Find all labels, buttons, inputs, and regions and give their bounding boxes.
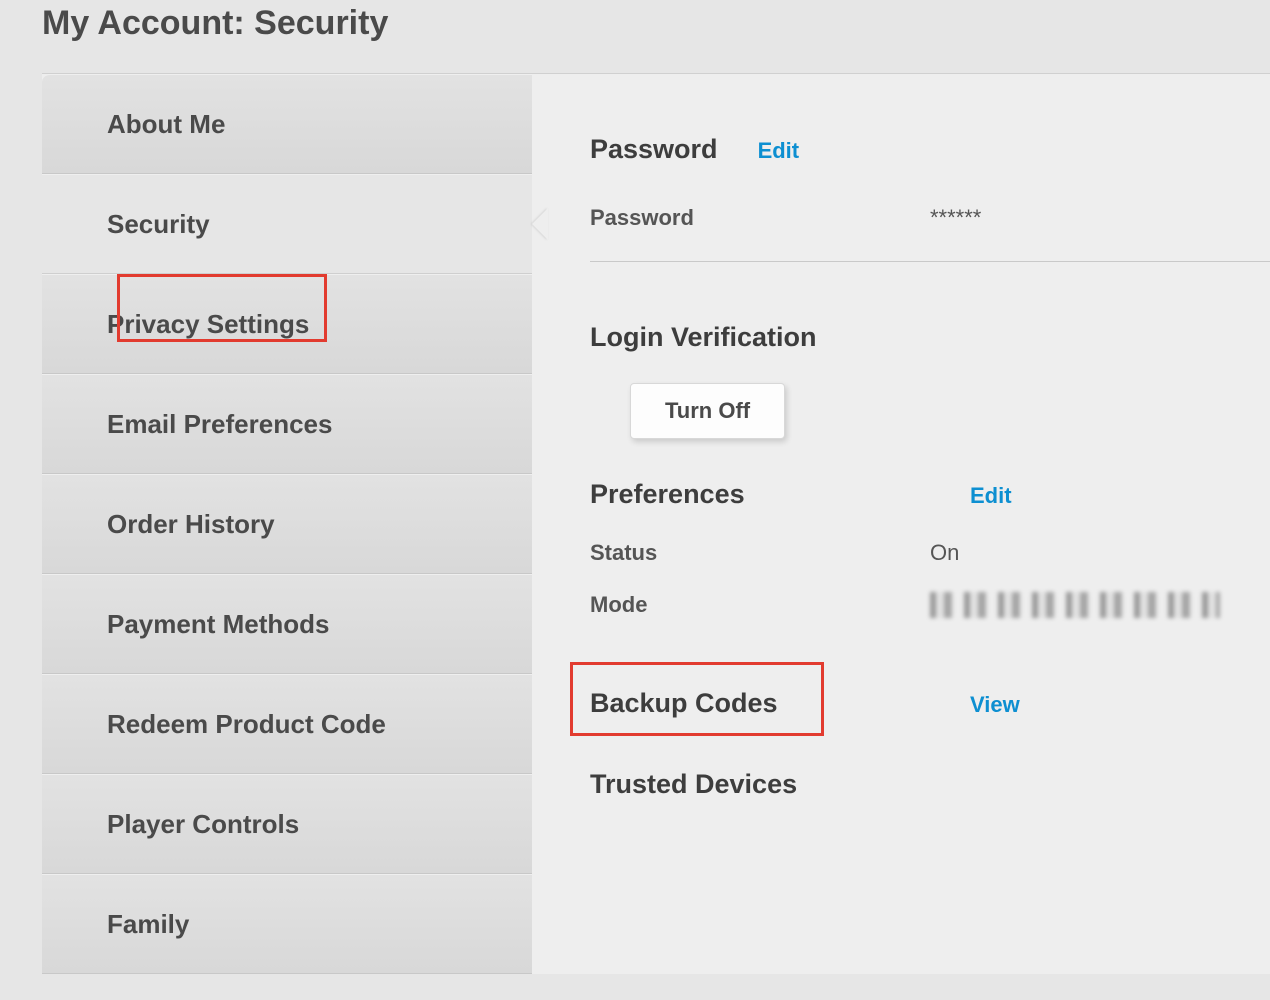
- sidebar-item-privacy-settings[interactable]: Privacy Settings: [42, 274, 532, 374]
- login-verification-title: Login Verification: [590, 322, 817, 353]
- backup-codes-title: Backup Codes: [590, 688, 970, 719]
- sidebar-item-about-me[interactable]: About Me: [42, 74, 532, 174]
- sidebar-item-label: Order History: [107, 509, 275, 540]
- sidebar-item-label: Redeem Product Code: [107, 709, 386, 740]
- sidebar-item-email-preferences[interactable]: Email Preferences: [42, 374, 532, 474]
- sidebar-item-label: Security: [107, 209, 210, 240]
- password-section: Password Edit Password ******: [590, 134, 1270, 262]
- sidebar-item-label: Email Preferences: [107, 409, 332, 440]
- backup-codes-view-link[interactable]: View: [970, 692, 1020, 718]
- sidebar-item-label: Payment Methods: [107, 609, 330, 640]
- sidebar-item-player-controls[interactable]: Player Controls: [42, 774, 532, 874]
- password-field-label: Password: [590, 205, 930, 231]
- password-section-title: Password: [590, 134, 718, 165]
- page-title: My Account: Security: [42, 0, 1270, 73]
- sidebar-item-label: About Me: [107, 109, 225, 140]
- sidebar-item-label: Family: [107, 909, 189, 940]
- password-field-value: ******: [930, 205, 981, 231]
- sidebar-item-payment-methods[interactable]: Payment Methods: [42, 574, 532, 674]
- sidebar-item-label: Privacy Settings: [107, 309, 309, 340]
- sidebar: About Me Security Privacy Settings Email…: [42, 74, 532, 974]
- trusted-devices-title: Trusted Devices: [590, 769, 1270, 800]
- preferences-edit-link[interactable]: Edit: [970, 483, 1012, 509]
- password-edit-link[interactable]: Edit: [758, 138, 800, 164]
- sidebar-item-label: Player Controls: [107, 809, 299, 840]
- sidebar-item-redeem-product-code[interactable]: Redeem Product Code: [42, 674, 532, 774]
- content-area: Password Edit Password ****** Login Veri…: [532, 74, 1270, 974]
- sidebar-item-family[interactable]: Family: [42, 874, 532, 974]
- sidebar-item-order-history[interactable]: Order History: [42, 474, 532, 574]
- mode-value-redacted: [930, 592, 1220, 618]
- status-label: Status: [590, 540, 930, 566]
- preferences-title: Preferences: [590, 479, 970, 510]
- account-panel: About Me Security Privacy Settings Email…: [42, 73, 1270, 974]
- sidebar-item-security[interactable]: Security: [42, 174, 532, 274]
- login-verification-section: Login Verification Turn Off Preferences …: [590, 322, 1270, 800]
- status-value: On: [930, 540, 959, 566]
- section-divider: [590, 261, 1270, 262]
- turn-off-button[interactable]: Turn Off: [630, 383, 785, 439]
- mode-label: Mode: [590, 592, 930, 618]
